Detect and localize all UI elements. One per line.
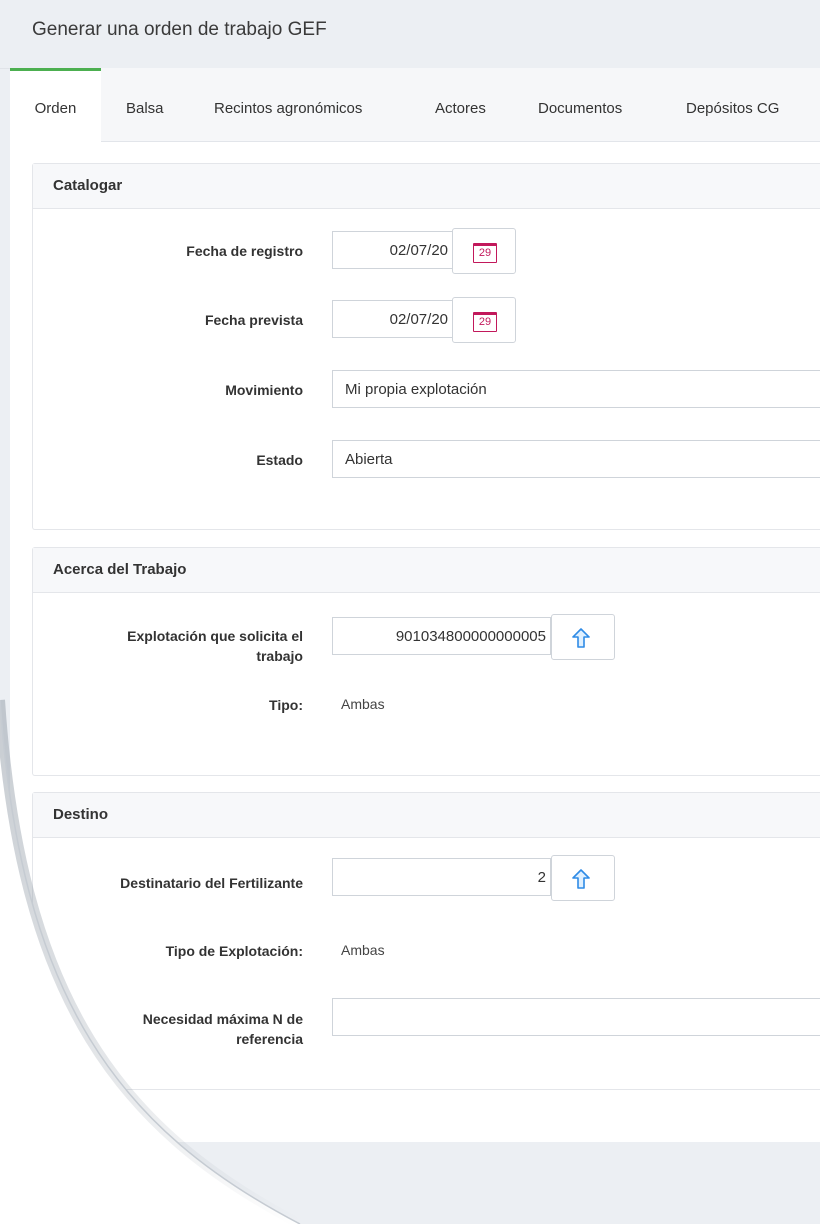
footer-band	[0, 1142, 820, 1224]
tab-balsa[interactable]: Balsa	[126, 68, 164, 141]
tipo-value: Ambas	[341, 696, 385, 712]
tab-label: Balsa	[126, 100, 164, 117]
explotacion-label: Explotación que solicita el trabajo	[33, 626, 303, 666]
fecha-prevista-calendar-button[interactable]: 29	[452, 297, 516, 343]
section-header: Catalogar	[33, 164, 820, 209]
tab-bar: Orden Balsa Recintos agronómicos Actores…	[10, 68, 820, 142]
calendar-icon: 29	[473, 312, 497, 332]
calendar-icon: 29	[473, 243, 497, 263]
fecha-registro-calendar-button[interactable]: 29	[452, 228, 516, 274]
title-bar: Generar una orden de trabajo GEF	[0, 0, 820, 69]
movimiento-label: Movimiento	[225, 382, 303, 398]
section-header: Acerca del Trabajo	[33, 548, 820, 593]
necesidad-input[interactable]	[332, 998, 820, 1036]
estado-label: Estado	[256, 452, 303, 468]
necesidad-label-line1: Necesidad máxima N de	[142, 1011, 303, 1027]
necesidad-label: Necesidad máxima N de referencia	[33, 1009, 303, 1049]
section-destino: Destino Destinatario del Fertilizante Ti…	[32, 792, 820, 1090]
fecha-prevista-label: Fecha prevista	[204, 312, 303, 328]
tab-label: Documentos	[538, 100, 623, 117]
tab-label: Depósitos CG	[686, 100, 780, 117]
section-catalogar: Catalogar Fecha de registro 29 Fecha pre…	[32, 163, 820, 530]
tipo-label: Tipo:	[269, 697, 303, 713]
tab-actores[interactable]: Actores	[435, 68, 486, 141]
destinatario-label: Destinatario del Fertilizante	[120, 875, 303, 891]
tab-recintos-agronomicos[interactable]: Recintos agronómicos	[214, 68, 362, 141]
explotacion-input[interactable]	[332, 617, 551, 655]
estado-select[interactable]	[332, 440, 820, 478]
tab-documentos[interactable]: Documentos	[538, 68, 622, 141]
explotacion-label-line1: Explotación que solicita el	[127, 628, 303, 644]
tipo-explotacion-value: Ambas	[341, 942, 385, 958]
tab-orden[interactable]: Orden	[10, 68, 101, 142]
tipo-explotacion-label: Tipo de Explotación:	[165, 943, 303, 959]
tab-depositos-cg[interactable]: Depósitos CG	[686, 68, 779, 141]
fecha-registro-input[interactable]	[332, 231, 453, 269]
destinatario-input[interactable]	[332, 858, 551, 896]
movimiento-select[interactable]	[332, 370, 820, 408]
explotacion-lookup-button[interactable]	[551, 614, 615, 660]
fecha-prevista-input[interactable]	[332, 300, 453, 338]
arrow-up-icon	[572, 628, 590, 648]
app-window: Generar una orden de trabajo GEF Orden B…	[0, 0, 820, 1224]
explotacion-label-line2: trabajo	[256, 648, 303, 664]
tab-label: Recintos agronómicos	[214, 100, 363, 117]
tab-label: Actores	[435, 100, 486, 117]
tab-label: Orden	[34, 100, 77, 117]
destinatario-lookup-button[interactable]	[551, 855, 615, 901]
necesidad-label-line2: referencia	[236, 1031, 303, 1047]
section-acerca-del-trabajo: Acerca del Trabajo Explotación que solic…	[32, 547, 820, 776]
section-header: Destino	[33, 793, 820, 838]
fecha-registro-label: Fecha de registro	[186, 243, 303, 259]
arrow-up-icon	[572, 869, 590, 889]
page-title: Generar una orden de trabajo GEF	[32, 19, 327, 40]
main-content: Orden Balsa Recintos agronómicos Actores…	[10, 68, 820, 1142]
